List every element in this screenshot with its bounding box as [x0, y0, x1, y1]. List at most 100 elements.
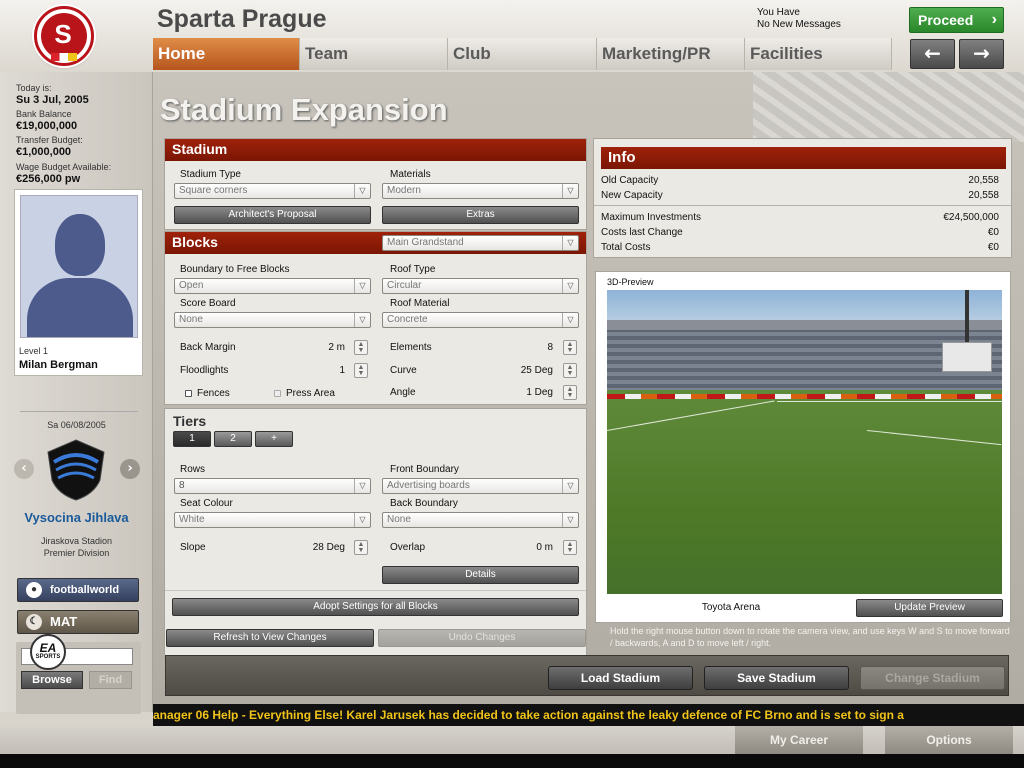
back-boundary-select[interactable]: None ▽ — [382, 512, 579, 528]
materials-value: Modern — [387, 185, 421, 196]
browse-button[interactable]: Browse — [21, 671, 83, 689]
elements-spinner[interactable]: ▲ ▼ — [563, 340, 577, 355]
opponent-badge-icon — [47, 439, 105, 501]
next-match-chevron-icon[interactable]: › — [120, 459, 140, 479]
max-investment-label: Maximum Investments — [601, 212, 702, 223]
elements-value: 8 — [547, 342, 553, 353]
messages-status[interactable]: You Have No New Messages — [757, 7, 841, 31]
overlap-value: 0 m — [536, 542, 553, 553]
dropdown-arrow-icon: ▽ — [354, 313, 370, 327]
back-margin-value: 2 m — [328, 342, 345, 353]
back-margin-spinner[interactable]: ▲ ▼ — [354, 340, 368, 355]
stadium-type-label: Stadium Type — [180, 169, 241, 180]
press-area-label: Press Area — [286, 388, 335, 399]
stadium-type-select[interactable]: Square corners ▽ — [174, 183, 371, 199]
main-content: Stadium Expansion Stadium Stadium Type S… — [153, 72, 1024, 704]
refresh-button[interactable]: Refresh to View Changes — [166, 629, 374, 647]
scoreboard-select[interactable]: None ▽ — [174, 312, 371, 328]
curve-spinner[interactable]: ▲ ▼ — [563, 363, 577, 378]
preview-panel: 3D-Preview Toyota Arena Update Preview — [595, 271, 1011, 623]
add-tier-button[interactable]: + — [255, 431, 293, 447]
slope-spinner[interactable]: ▲ ▼ — [354, 540, 368, 555]
new-capacity-row: New Capacity 20,558 — [601, 190, 999, 201]
change-stadium-button[interactable]: Change Stadium — [860, 666, 1005, 690]
roof-type-select[interactable]: Circular ▽ — [382, 278, 579, 294]
news-ticker[interactable]: anager 06 Help - Everything Else! Karel … — [153, 704, 1024, 726]
tier-1-button[interactable]: 1 — [173, 431, 211, 447]
seat-colour-select[interactable]: White ▽ — [174, 512, 371, 528]
stadium-3d-preview[interactable] — [607, 290, 1002, 594]
prev-match-chevron-icon[interactable]: ‹ — [14, 459, 34, 479]
load-stadium-button[interactable]: Load Stadium — [548, 666, 693, 690]
dropdown-arrow-icon: ▽ — [562, 513, 578, 527]
football-icon: ● — [26, 582, 42, 598]
club-crest: S — [34, 6, 94, 66]
sidebar-divider — [20, 411, 138, 412]
tier-2-button[interactable]: 2 — [214, 431, 252, 447]
tab-marketing-pr[interactable]: Marketing/PR — [597, 38, 745, 70]
undo-changes-button[interactable]: Undo Changes — [378, 629, 586, 647]
crest-watermark — [92, 0, 142, 70]
rows-value: 8 — [179, 480, 185, 491]
dropdown-arrow-icon: ▽ — [562, 313, 578, 327]
back-arrow-button[interactable]: ← — [910, 39, 955, 69]
seat-colour-label: Seat Colour — [180, 498, 233, 509]
overlap-label: Overlap — [390, 542, 426, 553]
block-select-value: Main Grandstand — [387, 237, 464, 248]
blocks-panel: Blocks Main Grandstand ▽ Boundary to Fre… — [164, 231, 587, 405]
chevron-right-icon: › — [991, 11, 997, 28]
overlap-spinner[interactable]: ▲ ▼ — [563, 540, 577, 555]
save-stadium-button[interactable]: Save Stadium — [704, 666, 849, 690]
block-select[interactable]: Main Grandstand ▽ — [382, 235, 579, 251]
footballworld-button[interactable]: ● footballworld — [17, 578, 139, 602]
find-button[interactable]: Find — [89, 671, 132, 689]
extras-button[interactable]: Extras — [382, 206, 579, 224]
dropdown-arrow-icon: ▽ — [354, 279, 370, 293]
manager-silhouette-icon — [20, 195, 138, 338]
roof-material-select[interactable]: Concrete ▽ — [382, 312, 579, 328]
roof-type-label: Roof Type — [390, 264, 436, 275]
press-area-checkbox[interactable] — [274, 390, 281, 397]
materials-select[interactable]: Modern ▽ — [382, 183, 579, 199]
tab-team[interactable]: Team — [300, 38, 448, 70]
update-preview-button[interactable]: Update Preview — [856, 599, 1003, 617]
bank-balance-label: Bank Balance — [16, 109, 72, 119]
adopt-settings-button[interactable]: Adopt Settings for all Blocks — [172, 598, 579, 616]
manager-card[interactable]: Level 1 Milan Bergman — [14, 189, 143, 376]
my-career-button[interactable]: My Career — [735, 726, 863, 754]
tab-home[interactable]: Home — [153, 38, 300, 70]
today-label: Today is: — [16, 83, 52, 93]
angle-spinner[interactable]: ▲ ▼ — [563, 385, 577, 400]
forward-arrow-button[interactable]: → — [959, 39, 1004, 69]
tab-facilities[interactable]: Facilities — [745, 38, 892, 70]
left-sidebar: Today is: Su 3 Jul, 2005 Bank Balance €1… — [0, 72, 153, 714]
front-boundary-select[interactable]: Advertising boards ▽ — [382, 478, 579, 494]
boundary-free-label: Boundary to Free Blocks — [180, 264, 290, 275]
manager-level: Level 1 — [19, 346, 49, 356]
wage-budget-label: Wage Budget Available: — [16, 162, 112, 172]
details-button[interactable]: Details — [382, 566, 579, 584]
rows-select[interactable]: 8 ▽ — [174, 478, 371, 494]
opponent-name[interactable]: Vysocina Jihlava — [0, 510, 153, 525]
top-header: S Sparta Prague You Have No New Messages… — [0, 0, 1024, 72]
ea-sports-logo: EA SPORTS — [30, 634, 66, 670]
tiers-panel: Tiers 1 2 + Rows 8 ▽ Front Boundary Adve… — [164, 408, 587, 658]
seat-colour-value: White — [179, 514, 205, 525]
floodlights-spinner[interactable]: ▲ ▼ — [354, 363, 368, 378]
opponent-stadium: Jiraskova Stadion — [40, 536, 113, 546]
tab-club[interactable]: Club — [448, 38, 597, 70]
manager-name: Milan Bergman — [19, 359, 98, 371]
options-button[interactable]: Options — [885, 726, 1013, 754]
floodlights-value: 1 — [339, 365, 345, 376]
architects-proposal-button[interactable]: Architect's Proposal — [174, 206, 371, 224]
mat-button[interactable]: ☾ MAT — [17, 610, 139, 634]
floodlights-label: Floodlights — [180, 365, 229, 376]
fences-checkbox[interactable] — [185, 390, 192, 397]
mat-label: MAT — [50, 614, 78, 629]
preview-stadium-name: Toyota Arena — [701, 602, 761, 613]
messages-line-2: No New Messages — [757, 19, 841, 30]
boundary-free-select[interactable]: Open ▽ — [174, 278, 371, 294]
proceed-button[interactable]: Proceed › — [909, 7, 1004, 33]
total-costs-row: Total Costs €0 — [601, 242, 999, 253]
stadium-background-art — [753, 72, 1024, 142]
